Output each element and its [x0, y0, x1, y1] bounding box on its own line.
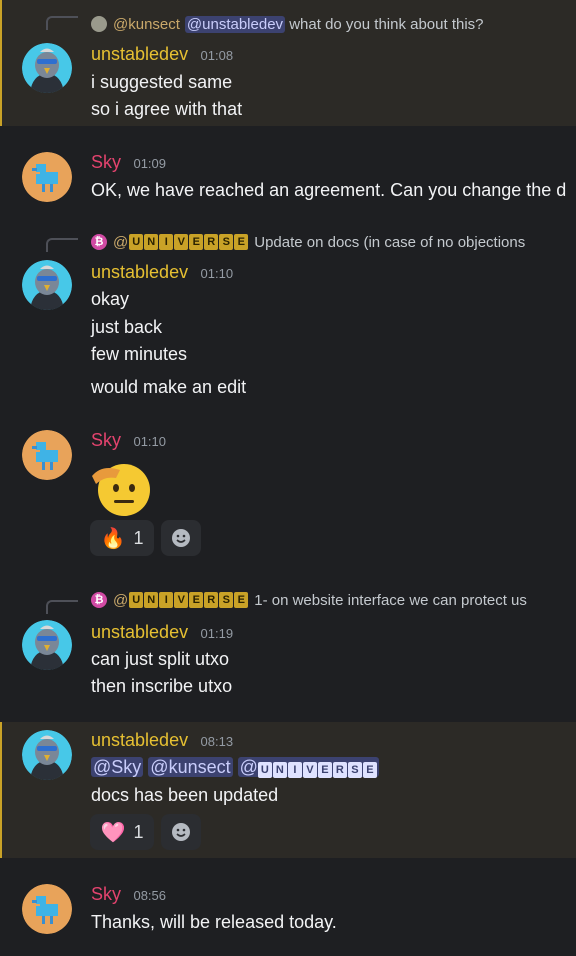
- salute-face-emoji: [90, 458, 154, 518]
- letter-box: R: [204, 592, 219, 608]
- letter-box: N: [144, 234, 159, 250]
- bitcoin-icon: ₿: [91, 234, 107, 250]
- letter-box: N: [272, 762, 287, 778]
- letter-box: V: [302, 762, 317, 778]
- timestamp: 01:10: [133, 434, 167, 449]
- message-line: so i agree with that: [91, 99, 243, 119]
- reply-preview[interactable]: ₿ @ UNIVERSE Update on docs (in case of …: [91, 232, 525, 252]
- letter-box: E: [317, 762, 332, 778]
- message-line: docs has been updated: [91, 785, 279, 805]
- reply-author-prefix[interactable]: @: [113, 592, 128, 609]
- message-line: few minutes: [91, 344, 188, 364]
- letter-box: E: [189, 592, 204, 608]
- letter-box: S: [219, 234, 234, 250]
- reply-text: 1- on website interface we can protect u…: [254, 591, 527, 609]
- bitcoin-icon: ₿: [91, 592, 107, 608]
- letter-box: R: [204, 234, 219, 250]
- letter-box: V: [174, 234, 189, 250]
- mention-kunsect[interactable]: @kunsect: [148, 757, 233, 777]
- timestamp: 08:56: [133, 888, 167, 903]
- letter-box: E: [189, 234, 204, 250]
- message: ₿ @ UNIVERSE Update on docs (in case of …: [0, 222, 576, 412]
- reply-author[interactable]: @kunsect: [113, 16, 180, 33]
- author-name[interactable]: unstabledev: [91, 730, 188, 750]
- letter-box: R: [332, 762, 347, 778]
- reply-text: what do you think about this?: [285, 15, 484, 33]
- letter-box: U: [257, 762, 272, 778]
- message-line: can just split utxo: [91, 649, 230, 669]
- letter-box: E: [234, 592, 249, 608]
- letter-box: I: [287, 762, 302, 778]
- unstabledev-avatar[interactable]: [22, 730, 72, 780]
- fire-icon: 🔥: [100, 527, 126, 550]
- message: Sky 01:09 OK, we have reached an agreeme…: [0, 140, 576, 220]
- author-name[interactable]: Sky: [91, 430, 121, 450]
- reply-spine: [46, 16, 78, 30]
- letter-box: S: [347, 762, 362, 778]
- message-line: would make an edit: [91, 377, 247, 397]
- timestamp: 08:13: [200, 734, 234, 749]
- letter-box: V: [174, 592, 189, 608]
- reply-author-prefix[interactable]: @: [113, 234, 128, 251]
- timestamp: 01:10: [200, 266, 234, 281]
- message-highlighted: unstabledev 08:13 @Sky @kunsect @ U N I V E R S…: [0, 722, 576, 858]
- author-name[interactable]: unstabledev: [91, 44, 188, 64]
- message-line: okay: [91, 289, 130, 309]
- smiley-icon: [172, 529, 190, 547]
- reaction-count: 1: [133, 527, 144, 548]
- heart-icon: 🩷: [100, 821, 126, 844]
- letter-box: S: [219, 592, 234, 608]
- reaction-heart[interactable]: 🩷 1: [90, 814, 154, 850]
- message-line: Thanks, will be released today.: [91, 912, 337, 932]
- message-line: then inscribe utxo: [91, 676, 233, 696]
- message: ₿ @ UNIVERSE 1- on website interface we …: [0, 584, 576, 712]
- message-line: i suggested same: [91, 72, 233, 92]
- timestamp: 01:08: [200, 48, 234, 63]
- letter-box: U: [129, 592, 144, 608]
- letter-box: N: [144, 592, 159, 608]
- letter-box: I: [159, 234, 174, 250]
- message: Sky 08:56 Thanks, will be released today…: [0, 872, 576, 956]
- unstabledev-avatar[interactable]: [22, 43, 72, 93]
- reply-spine: [46, 600, 78, 614]
- sky-avatar[interactable]: [22, 152, 72, 202]
- letter-box: E: [362, 762, 377, 778]
- message: Sky 01:10 🔥 1: [0, 418, 576, 568]
- author-name[interactable]: Sky: [91, 884, 121, 904]
- mention-universe[interactable]: @ U N I V E R S E: [237, 757, 379, 778]
- universe-name-boxes[interactable]: UNIVERSE: [129, 234, 249, 250]
- reply-preview[interactable]: @kunsect @unstabledev what do you think …: [91, 14, 484, 34]
- reply-preview[interactable]: ₿ @ UNIVERSE 1- on website interface we …: [91, 590, 527, 610]
- sky-avatar[interactable]: [22, 884, 72, 934]
- add-reaction-button[interactable]: [161, 814, 201, 850]
- kunsect-avatar: [91, 16, 107, 32]
- mentions-line: @Sky @kunsect @ U N I V E R S E: [91, 757, 379, 778]
- message-line: just back: [91, 317, 163, 337]
- unstabledev-avatar[interactable]: [22, 260, 72, 310]
- message-highlighted: @kunsect @unstabledev what do you think …: [0, 0, 576, 126]
- reaction-fire[interactable]: 🔥 1: [90, 520, 154, 556]
- reply-spine: [46, 238, 78, 252]
- author-name[interactable]: unstabledev: [91, 622, 188, 642]
- letter-box: E: [234, 234, 249, 250]
- reply-mention[interactable]: @unstabledev: [184, 15, 286, 33]
- universe-name-boxes[interactable]: UNIVERSE: [129, 592, 249, 608]
- sky-avatar[interactable]: [22, 430, 72, 480]
- reaction-count: 1: [133, 821, 144, 842]
- timestamp: 01:09: [133, 156, 167, 171]
- reply-text: Update on docs (in case of no objections: [254, 233, 526, 251]
- message-line: OK, we have reached an agreement. Can yo…: [91, 180, 567, 200]
- mention-sky[interactable]: @Sky: [91, 757, 144, 777]
- author-name[interactable]: Sky: [91, 152, 121, 172]
- mention-prefix: @: [239, 757, 258, 777]
- author-name[interactable]: unstabledev: [91, 262, 188, 282]
- timestamp: 01:19: [200, 626, 234, 641]
- smiley-icon: [172, 823, 190, 841]
- letter-box: I: [159, 592, 174, 608]
- add-reaction-button[interactable]: [161, 520, 201, 556]
- letter-box: U: [129, 234, 144, 250]
- unstabledev-avatar[interactable]: [22, 620, 72, 670]
